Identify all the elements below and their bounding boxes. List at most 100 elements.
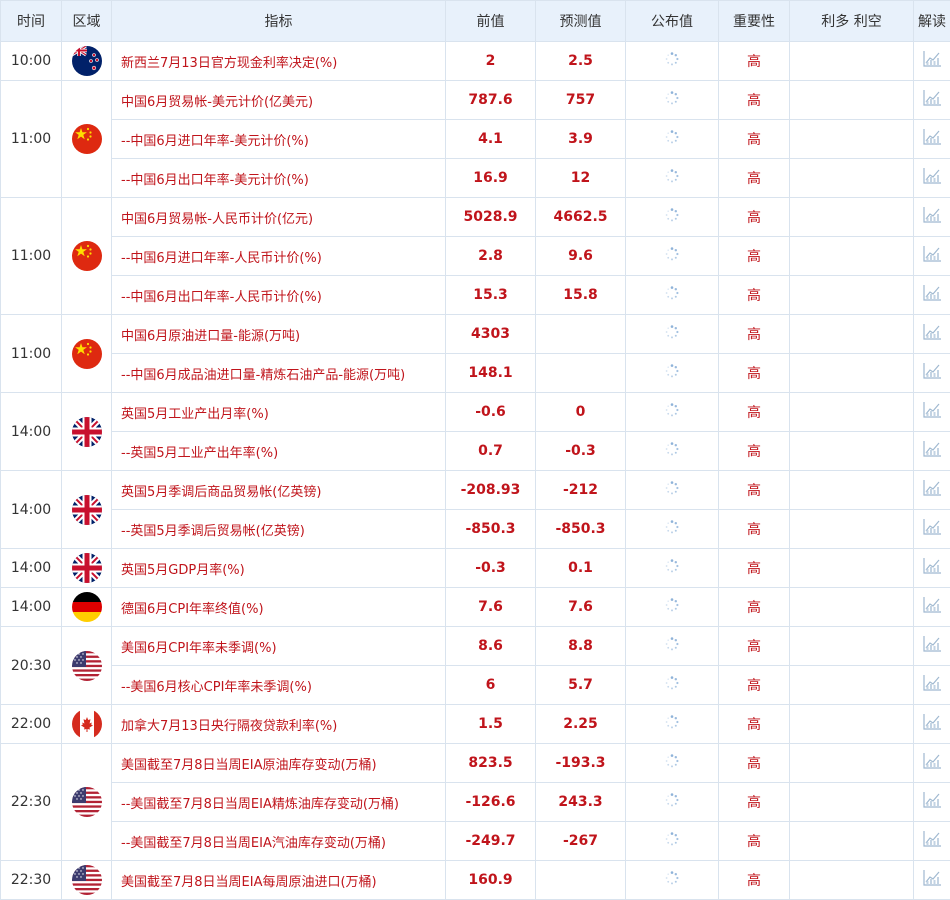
chart-icon[interactable] — [922, 830, 942, 852]
chart-icon[interactable] — [922, 869, 942, 891]
bull-bear-cell — [790, 237, 914, 276]
importance-level: 高 — [719, 315, 790, 354]
bull-bear-cell — [790, 627, 914, 666]
previous-value: 16.9 — [446, 159, 536, 198]
chart-icon[interactable] — [922, 518, 942, 540]
indicator-name[interactable]: 中国6月原油进口量-能源(万吨) — [112, 315, 446, 354]
indicator-name[interactable]: 中国6月贸易帐-美元计价(亿美元) — [112, 81, 446, 120]
chart-icon[interactable] — [922, 245, 942, 267]
interpretation-cell[interactable] — [914, 198, 950, 237]
chart-icon[interactable] — [922, 557, 942, 579]
chart-icon[interactable] — [922, 323, 942, 345]
chart-icon[interactable] — [922, 206, 942, 228]
chart-icon[interactable] — [922, 479, 942, 501]
interpretation-cell[interactable] — [914, 822, 950, 861]
loading-spinner-icon — [665, 637, 679, 655]
previous-value: 4303 — [446, 315, 536, 354]
indicator-name[interactable]: --美国截至7月8日当周EIA精炼油库存变动(万桶) — [112, 783, 446, 822]
chart-icon[interactable] — [922, 167, 942, 189]
indicator-name[interactable]: --中国6月成品油进口量-精炼石油产品-能源(万吨) — [112, 354, 446, 393]
loading-spinner-icon — [665, 286, 679, 304]
indicator-name[interactable]: --中国6月进口年率-美元计价(%) — [112, 120, 446, 159]
interpretation-cell[interactable] — [914, 120, 950, 159]
indicator-name[interactable]: --中国6月出口年率-美元计价(%) — [112, 159, 446, 198]
interpretation-cell[interactable] — [914, 705, 950, 744]
indicator-name[interactable]: --中国6月进口年率-人民币计价(%) — [112, 237, 446, 276]
table-row: --中国6月成品油进口量-精炼石油产品-能源(万吨)148.1高 — [1, 354, 950, 393]
chart-icon[interactable] — [922, 674, 942, 696]
germany-flag-icon — [72, 592, 102, 622]
chart-icon[interactable] — [922, 50, 942, 72]
interpretation-cell[interactable] — [914, 549, 950, 588]
header-time: 时间 — [1, 1, 62, 42]
indicator-name[interactable]: --中国6月出口年率-人民币计价(%) — [112, 276, 446, 315]
forecast-value: 8.8 — [536, 627, 626, 666]
interpretation-cell[interactable] — [914, 627, 950, 666]
event-time: 11:00 — [1, 81, 62, 198]
interpretation-cell[interactable] — [914, 588, 950, 627]
indicator-name[interactable]: --美国6月核心CPI年率未季调(%) — [112, 666, 446, 705]
chart-icon[interactable] — [922, 284, 942, 306]
usa-flag-icon — [72, 787, 102, 817]
indicator-name[interactable]: 美国截至7月8日当周EIA原油库存变动(万桶) — [112, 744, 446, 783]
loading-spinner-icon — [665, 520, 679, 538]
indicator-name[interactable]: 美国6月CPI年率未季调(%) — [112, 627, 446, 666]
chart-icon[interactable] — [922, 752, 942, 774]
actual-value-cell — [626, 432, 719, 471]
header-region: 区域 — [62, 1, 112, 42]
chart-icon[interactable] — [922, 596, 942, 618]
forecast-value: 9.6 — [536, 237, 626, 276]
region-cell — [62, 588, 112, 627]
interpretation-cell[interactable] — [914, 666, 950, 705]
new-zealand-flag-icon — [72, 46, 102, 76]
indicator-name[interactable]: --英国5月季调后贸易帐(亿英镑) — [112, 510, 446, 549]
chart-icon[interactable] — [922, 791, 942, 813]
indicator-name[interactable]: 加拿大7月13日央行隔夜贷款利率(%) — [112, 705, 446, 744]
event-time: 11:00 — [1, 198, 62, 315]
forecast-value: 5.7 — [536, 666, 626, 705]
interpretation-cell[interactable] — [914, 471, 950, 510]
interpretation-cell[interactable] — [914, 159, 950, 198]
interpretation-cell[interactable] — [914, 315, 950, 354]
indicator-name[interactable]: 英国5月GDP月率(%) — [112, 549, 446, 588]
indicator-name[interactable]: 中国6月贸易帐-人民币计价(亿元) — [112, 198, 446, 237]
chart-icon[interactable] — [922, 401, 942, 423]
interpretation-cell[interactable] — [914, 393, 950, 432]
interpretation-cell[interactable] — [914, 42, 950, 81]
actual-value-cell — [626, 159, 719, 198]
indicator-name[interactable]: 英国5月季调后商品贸易帐(亿英镑) — [112, 471, 446, 510]
indicator-name[interactable]: 英国5月工业产出月率(%) — [112, 393, 446, 432]
interpretation-cell[interactable] — [914, 81, 950, 120]
previous-value: 7.6 — [446, 588, 536, 627]
region-cell — [62, 81, 112, 198]
interpretation-cell[interactable] — [914, 432, 950, 471]
interpretation-cell[interactable] — [914, 783, 950, 822]
loading-spinner-icon — [665, 481, 679, 499]
indicator-name[interactable]: --美国截至7月8日当周EIA汽油库存变动(万桶) — [112, 822, 446, 861]
importance-level: 高 — [719, 159, 790, 198]
canada-flag-icon — [72, 709, 102, 739]
event-time: 14:00 — [1, 471, 62, 549]
indicator-name[interactable]: 新西兰7月13日官方现金利率决定(%) — [112, 42, 446, 81]
chart-icon[interactable] — [922, 89, 942, 111]
chart-icon[interactable] — [922, 713, 942, 735]
chart-icon[interactable] — [922, 440, 942, 462]
importance-level: 高 — [719, 666, 790, 705]
actual-value-cell — [626, 549, 719, 588]
indicator-name[interactable]: --英国5月工业产出年率(%) — [112, 432, 446, 471]
region-cell — [62, 549, 112, 588]
indicator-name[interactable]: 德国6月CPI年率终值(%) — [112, 588, 446, 627]
previous-value: -0.3 — [446, 549, 536, 588]
chart-icon[interactable] — [922, 635, 942, 657]
interpretation-cell[interactable] — [914, 237, 950, 276]
event-time: 14:00 — [1, 588, 62, 627]
forecast-value: 0.1 — [536, 549, 626, 588]
interpretation-cell[interactable] — [914, 354, 950, 393]
table-row: 22:00加拿大7月13日央行隔夜贷款利率(%)1.52.25高 — [1, 705, 950, 744]
importance-level: 高 — [719, 549, 790, 588]
interpretation-cell[interactable] — [914, 276, 950, 315]
interpretation-cell[interactable] — [914, 510, 950, 549]
chart-icon[interactable] — [922, 128, 942, 150]
interpretation-cell[interactable] — [914, 744, 950, 783]
chart-icon[interactable] — [922, 362, 942, 384]
